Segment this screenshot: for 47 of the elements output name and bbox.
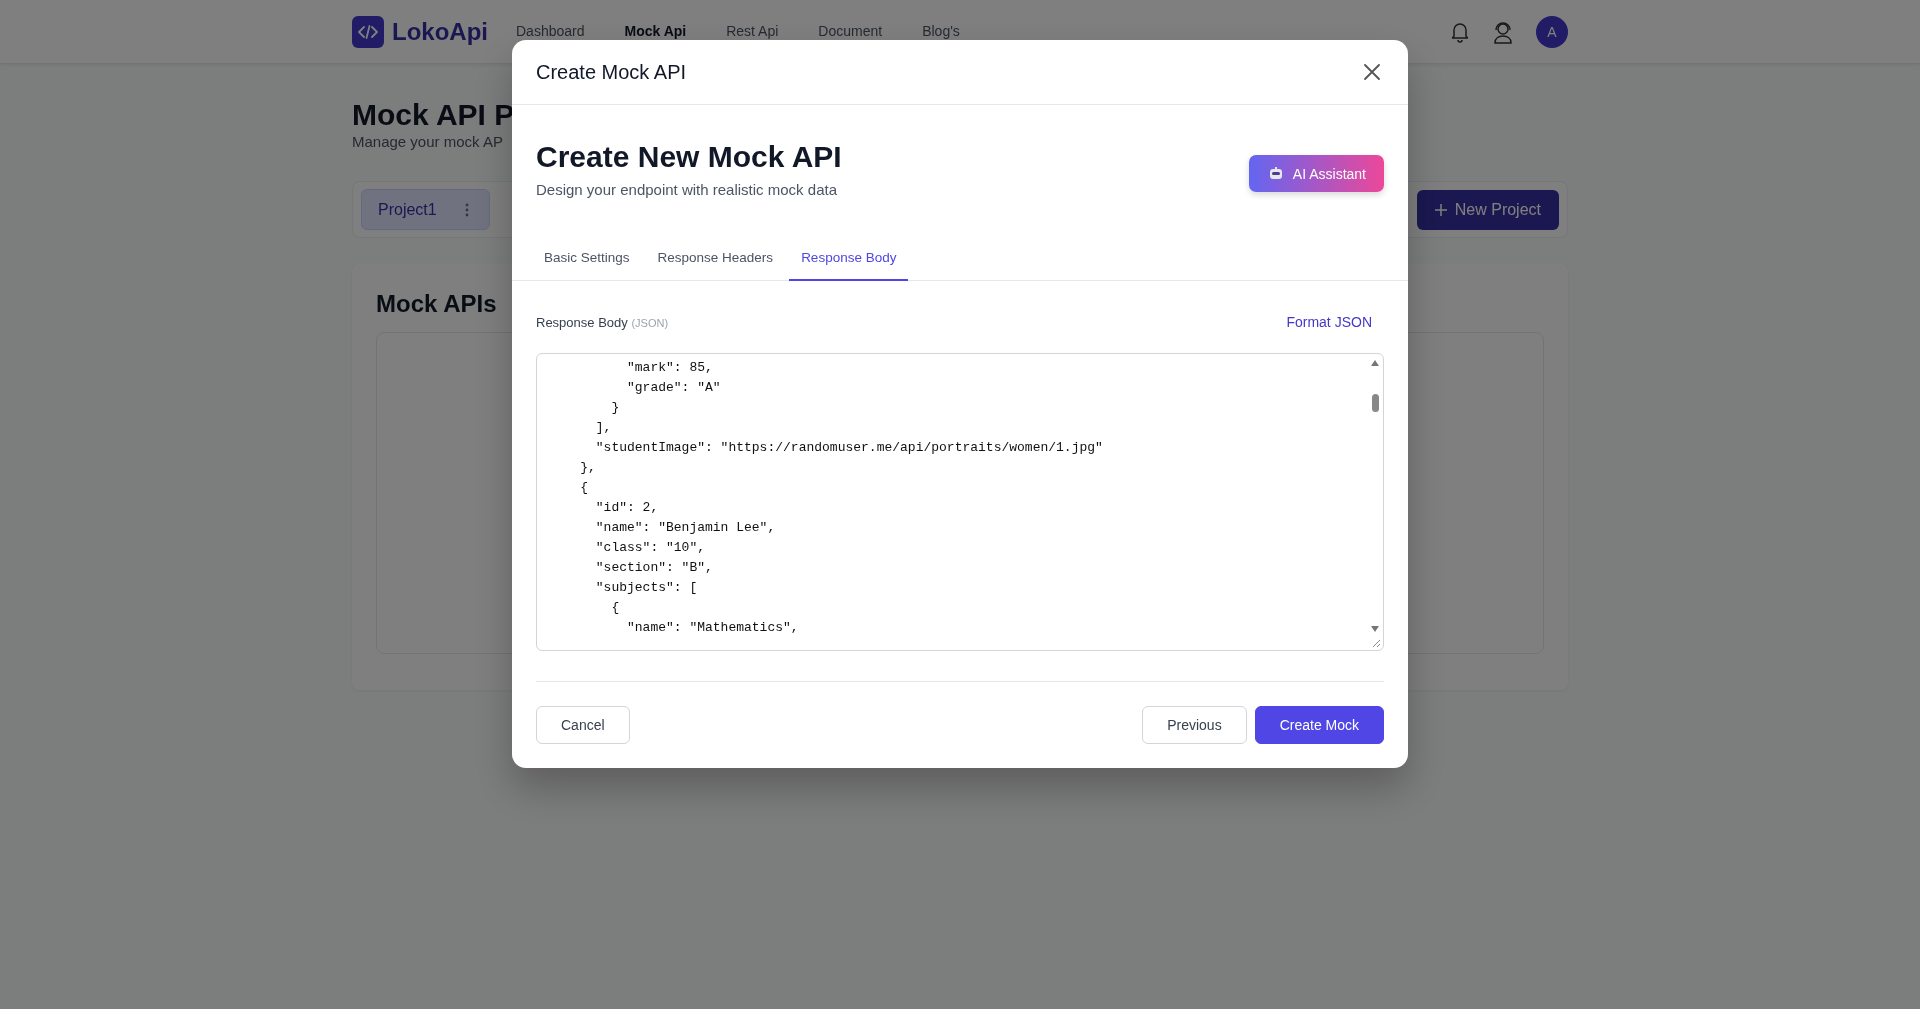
- nav-link[interactable]: Dashboard: [516, 22, 585, 39]
- code-line: ],: [595, 420, 612, 435]
- code-line: "subjects": [: [595, 580, 698, 595]
- dialog-subheading: Design your endpoint with realistic mock data: [536, 181, 838, 198]
- ai-assistant-button[interactable]: AI Assistant: [1248, 155, 1384, 192]
- bell-icon[interactable]: [1450, 20, 1470, 43]
- tab[interactable]: Response Headers: [645, 250, 786, 281]
- user-avatar[interactable]: A: [1536, 15, 1568, 48]
- code-line: "name": "Benjamin Lee",: [595, 520, 776, 535]
- format-json-link[interactable]: Format JSON: [1286, 314, 1384, 330]
- code-line: }: [611, 400, 620, 415]
- new-project-button[interactable]: New Project: [1416, 189, 1559, 230]
- dialog-heading: Create New Mock API: [536, 139, 842, 175]
- cancel-button[interactable]: Cancel: [536, 706, 630, 744]
- code-line: "grade": "A": [627, 380, 721, 395]
- page-subtitle: Manage your mock AP: [352, 133, 504, 150]
- nav-link[interactable]: Blog's: [922, 22, 960, 39]
- code-line: "name": "Mathematics",: [627, 620, 799, 635]
- tab[interactable]: Basic Settings: [532, 250, 642, 281]
- robot-icon: [1268, 167, 1283, 180]
- tab[interactable]: Response Body: [789, 250, 909, 281]
- brand-name[interactable]: LokoApi: [392, 17, 488, 46]
- project-tab[interactable]: Project1: [361, 189, 490, 230]
- code-line: "id": 2,: [595, 500, 659, 515]
- code-line: {: [611, 600, 620, 615]
- resize-handle-icon[interactable]: [1372, 639, 1381, 648]
- code-line: "class": "10",: [595, 540, 705, 555]
- previous-button[interactable]: Previous: [1142, 706, 1247, 744]
- user-headset-icon[interactable]: [1492, 19, 1514, 44]
- dialog-title: Create Mock API: [536, 60, 687, 84]
- code-line: },: [580, 460, 596, 475]
- create-mock-button[interactable]: Create Mock: [1254, 706, 1384, 744]
- plus-icon: [1434, 203, 1447, 216]
- section-title: Mock APIs: [376, 290, 497, 318]
- code-line: {: [580, 480, 588, 495]
- kebab-menu-icon[interactable]: [464, 202, 469, 217]
- logo-icon[interactable]: [352, 15, 384, 48]
- page-title: Mock API P: [352, 97, 516, 133]
- json-editor-field[interactable]: [536, 353, 1384, 651]
- field-label: Response Body (JSON): [536, 314, 669, 330]
- code-line: "mark": 85,: [627, 360, 713, 375]
- code-line: "studentImage": "https://randomuser.me/api/portraits/women/1.jpg": [595, 440, 1103, 455]
- nav-link[interactable]: Mock Api: [624, 22, 687, 39]
- nav-link[interactable]: Rest Api: [726, 22, 779, 39]
- close-icon: [1364, 64, 1380, 80]
- nav-link[interactable]: Document: [818, 22, 883, 39]
- code-line: "section": "B",: [595, 560, 713, 575]
